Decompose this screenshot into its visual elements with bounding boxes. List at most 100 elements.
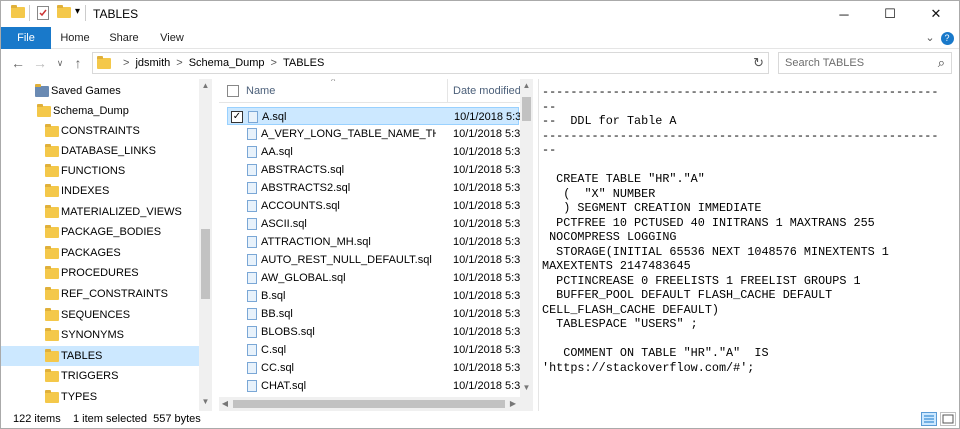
file-row[interactable]: AUTO_REST_NULL_DEFAULT.sql 10/1/2018 5:38 xyxy=(227,251,525,269)
file-row[interactable]: BLOBS.sql 10/1/2018 5:38 xyxy=(227,323,525,341)
file-vertical-scrollbar[interactable]: ▲ ▼ xyxy=(520,79,533,397)
sidebar-item-constraints[interactable]: CONSTRAINTS xyxy=(1,121,199,141)
file-name: B.sql xyxy=(261,290,286,302)
sort-ascending-icon: ^ xyxy=(331,79,336,86)
file-scroll-thumb[interactable] xyxy=(522,97,531,121)
file-row[interactable]: AW_GLOBAL.sql 10/1/2018 5:38 xyxy=(227,269,525,287)
sidebar-item-package-bodies[interactable]: PACKAGE_BODIES xyxy=(1,222,199,242)
window-title: TABLES xyxy=(93,7,139,21)
file-row[interactable]: C.sql 10/1/2018 5:38 xyxy=(227,341,525,359)
scroll-left-arrow[interactable]: ◀ xyxy=(219,397,231,411)
details-view-button[interactable] xyxy=(921,412,937,426)
column-name[interactable]: Name xyxy=(246,85,275,97)
file-horizontal-scrollbar[interactable]: ◀ ▶ xyxy=(219,397,533,411)
large-icons-view-button[interactable] xyxy=(940,412,956,426)
sidebar-item-types[interactable]: TYPES xyxy=(1,387,199,407)
sidebar-item-saved-games[interactable]: Saved Games xyxy=(1,81,199,101)
breadcrumb-tables[interactable]: TABLES xyxy=(283,57,324,69)
sidebar-item-ref-constraints[interactable]: REF_CONSTRAINTS xyxy=(1,284,199,304)
sql-file-icon xyxy=(247,164,257,176)
sidebar-item-tables[interactable]: TABLES xyxy=(1,346,199,366)
scroll-up-arrow[interactable]: ▲ xyxy=(520,81,533,90)
sql-file-icon xyxy=(247,326,257,338)
file-date-modified: 10/1/2018 5:37 xyxy=(453,182,525,194)
ribbon-tabs: File Home Share View ⌄ ? xyxy=(1,27,959,49)
file-row[interactable]: ACCOUNTS.sql 10/1/2018 5:37 xyxy=(227,197,525,215)
folder-icon xyxy=(45,246,59,259)
properties-icon[interactable] xyxy=(37,6,49,20)
breadcrumb-schema-dump[interactable]: Schema_Dump xyxy=(189,57,265,69)
up-button[interactable]: ↑ xyxy=(69,53,87,73)
search-placeholder: Search TABLES xyxy=(785,57,865,69)
minimize-button[interactable]: ─ xyxy=(821,1,867,27)
sidebar-item-sequences[interactable]: SEQUENCES xyxy=(1,305,199,325)
folder-icon xyxy=(97,55,111,69)
scroll-down-arrow[interactable]: ▼ xyxy=(199,397,212,406)
file-row[interactable]: A_VERY_LONG_TABLE_NAME_THIS_IS... 10/1/20… xyxy=(227,125,525,143)
refresh-icon[interactable]: ↻ xyxy=(753,55,764,71)
sidebar-item-label: TRIGGERS xyxy=(61,370,119,382)
file-date-modified: 10/1/2018 5:38 xyxy=(453,362,525,374)
file-row[interactable]: AA.sql 10/1/2018 5:37 xyxy=(227,143,525,161)
sidebar-item-triggers[interactable]: TRIGGERS xyxy=(1,366,199,386)
file-list: ^ Name Date modified ✓ A.sql 10/1/2018 5:3… xyxy=(219,79,533,411)
nav-scroll-thumb[interactable] xyxy=(201,229,210,299)
explorer-window: ▾ TABLES ─ ☐ ✕ File Home Share View ⌄ ? … xyxy=(0,0,960,429)
sql-file-icon xyxy=(247,308,257,320)
sql-file-icon xyxy=(247,362,257,374)
sidebar-item-functions[interactable]: FUNCTIONS xyxy=(1,161,199,181)
customize-toolbar-icon[interactable]: ▾ xyxy=(75,6,80,17)
selection-info: 1 item selected 557 bytes xyxy=(73,413,201,425)
file-name: ABSTRACTS2.sql xyxy=(261,182,351,194)
tab-home[interactable]: Home xyxy=(55,27,95,49)
forward-button[interactable]: → xyxy=(31,53,49,73)
folder-icon xyxy=(45,225,59,238)
sql-file-icon xyxy=(247,344,257,356)
tab-share[interactable]: Share xyxy=(103,27,145,49)
close-button[interactable]: ✕ xyxy=(913,1,959,27)
sidebar-item-materialized-views[interactable]: MATERIALIZED_VIEWS xyxy=(1,202,199,222)
nav-scrollbar[interactable]: ▲ ▼ xyxy=(199,79,212,411)
sidebar-item-packages[interactable]: PACKAGES xyxy=(1,243,199,263)
sidebar-item-procedures[interactable]: PROCEDURES xyxy=(1,263,199,283)
sql-file-icon xyxy=(247,128,257,140)
file-row[interactable]: ABSTRACTS.sql 10/1/2018 5:37 xyxy=(227,161,525,179)
file-row[interactable]: BB.sql 10/1/2018 5:37 xyxy=(227,305,525,323)
search-input[interactable]: Search TABLES ⌕ xyxy=(778,52,952,74)
row-checkbox[interactable]: ✓ xyxy=(231,111,243,123)
sidebar-item-indexes[interactable]: INDEXES xyxy=(1,181,199,201)
file-date-modified: 10/1/2018 5:37 xyxy=(453,308,525,320)
tab-file[interactable]: File xyxy=(1,27,51,49)
recent-locations-button[interactable]: ∨ xyxy=(51,53,69,73)
scroll-right-arrow[interactable]: ▶ xyxy=(507,397,519,411)
maximize-button[interactable]: ☐ xyxy=(867,1,913,27)
sidebar-item-synonyms[interactable]: SYNONYMS xyxy=(1,325,199,345)
address-bar[interactable]: > jdsmith > Schema_Dump > TABLES ↻ xyxy=(92,52,769,74)
file-hscroll-thumb[interactable] xyxy=(233,400,505,408)
select-all-checkbox[interactable] xyxy=(227,85,239,97)
sidebar-item-label: DATABASE_LINKS xyxy=(61,145,156,157)
back-button[interactable]: ← xyxy=(9,53,27,73)
status-bar: 122 items 1 item selected 557 bytes xyxy=(1,411,959,429)
file-row[interactable]: CHAT.sql 10/1/2018 5:38 xyxy=(227,377,525,395)
file-row[interactable]: ABSTRACTS2.sql 10/1/2018 5:37 xyxy=(227,179,525,197)
column-date-modified[interactable]: Date modified xyxy=(453,85,521,97)
column-divider[interactable] xyxy=(447,79,448,103)
scroll-up-arrow[interactable]: ▲ xyxy=(199,81,212,90)
preview-text: ----------------------------------------… xyxy=(542,85,939,375)
new-folder-icon[interactable] xyxy=(57,5,71,18)
ribbon-expand-icon[interactable]: ⌄ xyxy=(923,27,937,49)
breadcrumb-jdsmith[interactable]: jdsmith xyxy=(135,57,170,69)
file-row[interactable]: ✓ A.sql 10/1/2018 5:37 xyxy=(227,107,526,125)
tab-view[interactable]: View xyxy=(153,27,191,49)
sidebar-item-label: SEQUENCES xyxy=(61,309,131,321)
help-icon[interactable]: ? xyxy=(939,27,955,49)
sidebar-item-database-links[interactable]: DATABASE_LINKS xyxy=(1,141,199,161)
file-row[interactable]: B.sql 10/1/2018 5:37 xyxy=(227,287,525,305)
file-name: AUTO_REST_NULL_DEFAULT.sql xyxy=(261,254,432,266)
scroll-down-arrow[interactable]: ▼ xyxy=(520,383,533,392)
file-row[interactable]: CC.sql 10/1/2018 5:38 xyxy=(227,359,525,377)
file-row[interactable]: ASCII.sql 10/1/2018 5:37 xyxy=(227,215,525,233)
sidebar-item-schema-dump[interactable]: Schema_Dump xyxy=(1,101,199,121)
file-row[interactable]: ATTRACTION_MH.sql 10/1/2018 5:37 xyxy=(227,233,525,251)
